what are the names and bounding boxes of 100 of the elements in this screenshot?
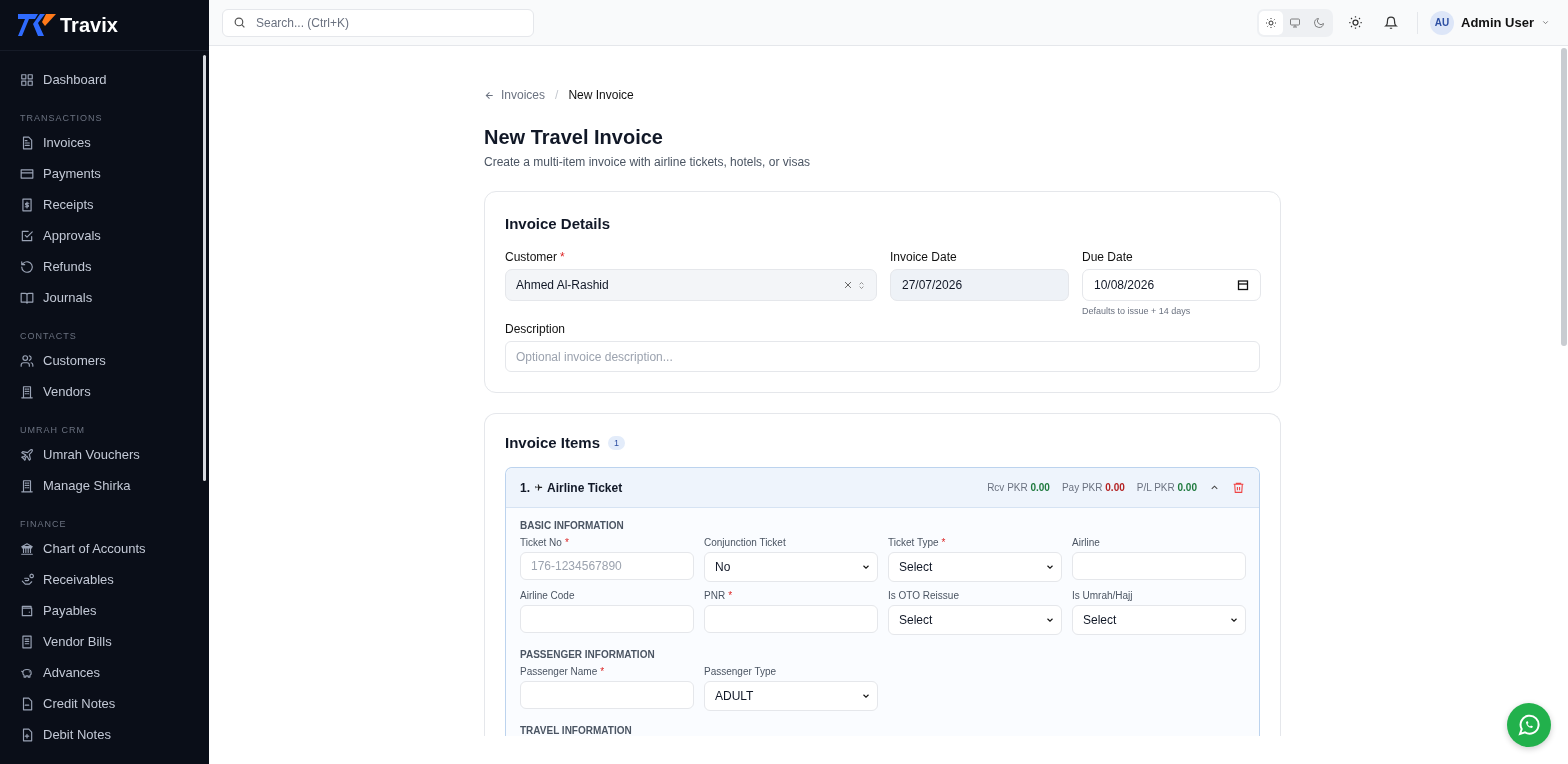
chevron-down-icon [1541,18,1550,27]
input-field[interactable] [704,605,878,633]
item-header[interactable]: 1. Airline Ticket Rcv PKR 0.00 Pay PKR 0.00 P/L PKR 0.00 [506,468,1259,508]
select-field[interactable]: No [704,552,878,582]
sun-icon [1265,16,1278,29]
nav-item[interactable]: Refunds [20,251,209,282]
search-field[interactable]: Search... (Ctrl+K) [222,8,534,37]
select-field[interactable]: Select [888,605,1062,635]
nav-item[interactable]: Vendor Bills [20,626,209,657]
user-menu[interactable]: AU Admin User [1430,10,1550,35]
nav-item[interactable]: Manage Shirka [20,470,209,501]
bell-icon [1384,15,1399,30]
due-date-field[interactable]: 10/08/2026 [1082,269,1261,301]
plane-icon [534,483,543,492]
section-heading: PASSENGER INFORMATION [520,649,656,660]
user-name: Admin User [1461,15,1534,30]
total-label: Pay PKR 0.00 [1061,482,1125,493]
card-icon [20,166,34,181]
input-field[interactable] [1072,552,1246,580]
nav-item[interactable]: Customers [20,345,209,376]
nav-item[interactable]: Debit Notes [20,719,209,750]
calendar-icon[interactable] [1237,279,1249,291]
sun-icon [1347,15,1363,30]
scrollbar[interactable] [1561,48,1567,346]
section-title: UMRAH CRM [20,425,86,435]
field-label: Conjunction Ticket [704,537,787,548]
book-icon [20,290,34,305]
receipt-icon [20,197,34,212]
select-field[interactable]: Select [888,552,1062,582]
rotate-icon [20,259,34,274]
clear-icon[interactable] [843,280,853,290]
building-icon [20,478,34,493]
select-field[interactable]: ADULT [704,681,878,711]
monitor-icon [1289,16,1302,29]
nav-item[interactable]: Payables [20,595,209,626]
chevron-up-down-icon [857,279,866,291]
field-label: Airline [1072,537,1101,548]
nav-item[interactable]: Approvals [20,220,209,251]
file-list-icon [20,634,34,649]
description-field[interactable]: Optional invoice description... [505,341,1260,372]
page-subtitle: Create a multi-item invoice with airline tickets, hotels, or visas [484,155,812,169]
section-title: FINANCE [20,519,68,529]
field-label: Passenger Type [704,666,778,677]
select-field[interactable]: Select [1072,605,1246,635]
checkbox-icon [20,228,34,243]
breadcrumb-current: New Invoice [568,88,634,102]
field-hint: Defaults to issue + 14 days [1082,306,1192,316]
file-minus-icon [20,696,34,711]
field-label: Ticket Type * [888,537,947,548]
total-value: 0.00 [1177,482,1197,493]
breadcrumb-separator: / [555,88,559,102]
item-title: Airline Ticket [547,480,623,495]
input-field[interactable] [520,681,694,709]
nav-item[interactable]: Credit Notes [20,688,209,719]
field-label: Invoice Date [890,250,958,264]
brand-name: Travix [60,13,118,37]
arrow-left-icon [484,89,495,101]
card-title: Invoice Details [505,215,612,232]
field-label: Is OTO Reissue [888,590,960,601]
nav-item[interactable]: Chart of Accounts [20,533,209,564]
document-icon [20,135,34,150]
scrollbar[interactable] [203,55,206,481]
search-input[interactable]: Search... (Ctrl+K) [254,14,523,31]
users-icon [20,353,34,368]
field-label: Due Date [1082,250,1134,264]
field-label: Description [505,322,567,336]
invoice-date-field[interactable]: 27/07/2026 [890,269,1069,301]
nav-item[interactable]: Receipts [20,189,209,220]
customer-select[interactable]: Ahmed Al-Rashid [505,269,877,301]
bank-icon [20,541,34,556]
field-label: PNR * [704,590,734,601]
hand-coins-icon [20,572,34,587]
section-title: CONTACTS [20,331,78,341]
chat-icon [1517,713,1541,737]
section-title: TRANSACTIONS [20,113,104,123]
back-link[interactable]: Invoices [484,88,546,102]
nav-item[interactable]: Journals [20,282,209,313]
nav-item[interactable]: Dashboard [20,64,209,95]
nav-item[interactable]: Umrah Vouchers [20,439,209,470]
plane-icon [20,447,34,462]
trash-icon[interactable] [1232,481,1245,494]
total-value: 0.00 [1030,482,1050,493]
count-badge: 1 [608,435,626,450]
wallet-icon [20,603,34,618]
nav-item[interactable]: Receivables [20,564,209,595]
avatar: AU [1430,10,1455,35]
grid-icon [20,72,34,87]
input-field[interactable] [520,605,694,633]
card-title: Invoice Items [505,434,601,451]
nav-item[interactable]: Vendors [20,376,209,407]
field-label: Passenger Name * [520,666,606,677]
sun-button[interactable] [1259,10,1284,35]
nav-item[interactable]: Invoices [20,127,209,158]
total-value: 0.00 [1105,482,1125,493]
nav-item[interactable]: Advances [20,657,209,688]
file-plus-icon [20,727,34,742]
section-heading: TRAVEL INFORMATION [520,725,633,736]
nav-item[interactable]: Payments [20,158,209,189]
input-field[interactable]: 176-1234567890 [520,552,694,580]
building-icon [20,384,34,399]
